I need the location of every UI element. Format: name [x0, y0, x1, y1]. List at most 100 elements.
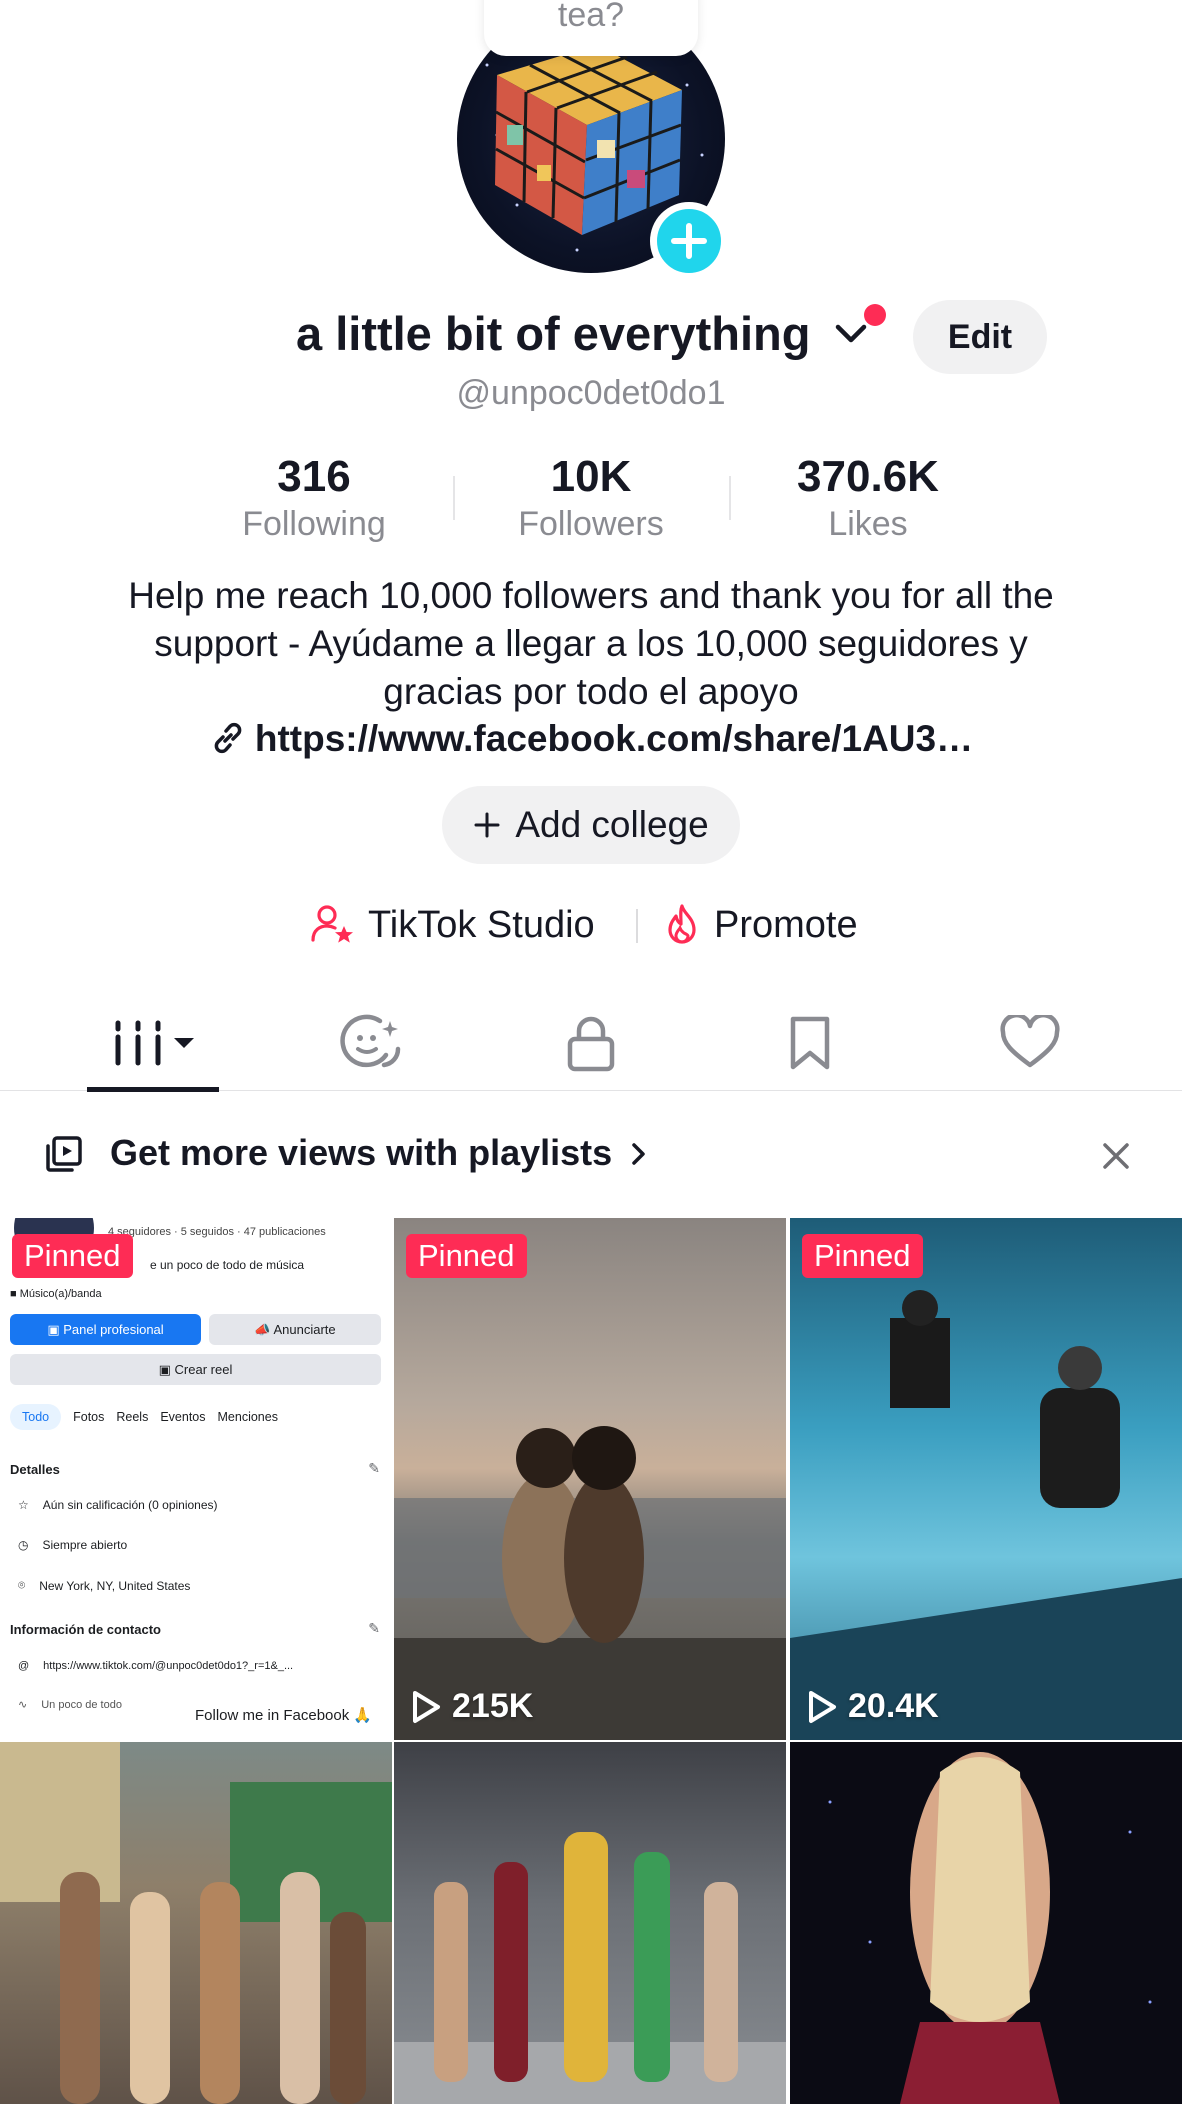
playlist-icon	[46, 1136, 82, 1172]
tab-liked[interactable]	[950, 995, 1110, 1091]
play-icon	[809, 1690, 836, 1723]
play-icon	[413, 1690, 440, 1723]
pinned-badge: Pinned	[406, 1234, 527, 1278]
fb-tab: Fotos	[73, 1410, 105, 1424]
video-thumbnail[interactable]: Pinned 4 seguidores · 5 seguidos · 47 pu…	[0, 1218, 392, 1740]
fb-tab: Todo	[10, 1404, 62, 1430]
heart-icon	[1000, 1015, 1060, 1068]
fb-description: e un poco de todo de música	[150, 1258, 305, 1272]
display-name[interactable]: a little bit of everything	[296, 306, 810, 361]
link-icon	[214, 722, 242, 754]
tiktok-studio-label: TikTok Studio	[368, 903, 595, 946]
stat-label: Followers	[518, 505, 664, 543]
stat-label: Following	[242, 505, 386, 543]
fb-details-title: Detalles	[10, 1462, 60, 1477]
view-count: 20.4K	[806, 1687, 939, 1726]
videos-grid-icon	[115, 1020, 194, 1066]
video-grid: Pinned 4 seguidores · 5 seguidos · 47 pu…	[0, 1218, 1182, 2104]
view-count-text: 215K	[452, 1687, 534, 1725]
stat-value: 370.6K	[797, 452, 939, 501]
divider	[729, 476, 731, 520]
thumbnail-image	[394, 1426, 786, 1740]
stat-label: Likes	[828, 505, 908, 543]
add-college-label: Add college	[515, 804, 709, 845]
video-thumbnail[interactable]	[0, 1742, 392, 2104]
chevron-down-icon	[174, 1038, 194, 1048]
tab-videos[interactable]	[74, 995, 234, 1092]
bio-link[interactable]: https://www.facebook.com/share/1AU3…	[0, 718, 1182, 760]
pencil-icon: ✎	[368, 1620, 380, 1636]
fb-tab: Menciones	[217, 1410, 278, 1424]
close-icon[interactable]	[1100, 1140, 1132, 1172]
wave-icon: ∿	[18, 1699, 28, 1711]
bio-link-text: https://www.facebook.com/share/1AU3…	[254, 718, 974, 759]
video-thumbnail[interactable]: Pinned 20.4K	[790, 1218, 1182, 1740]
fb-ad-label: Anunciarte	[273, 1322, 336, 1337]
fb-detail-row: ⌾ New York, NY, United States	[18, 1578, 190, 1593]
star-icon: ☆	[18, 1498, 29, 1512]
fb-contact-title: Información de contacto	[10, 1622, 161, 1637]
edit-profile-button[interactable]: Edit	[913, 300, 1047, 374]
fb-reel-label: Crear reel	[174, 1362, 233, 1377]
bio-text: Help me reach 10,000 followers and thank…	[128, 575, 1054, 712]
video-thumbnail[interactable]	[394, 1742, 786, 2104]
clock-icon: ◷	[18, 1538, 29, 1552]
creator-tools-row: TikTok Studio Promote	[0, 895, 1182, 955]
view-count: 215K	[410, 1687, 533, 1726]
fb-contact-text: https://www.tiktok.com/@unpoc0det0do1?_r…	[43, 1660, 294, 1672]
tab-private[interactable]	[511, 995, 671, 1091]
fb-panel-button: ▣ Panel profesional	[10, 1314, 201, 1345]
video-thumbnail[interactable]	[790, 1742, 1182, 2104]
promote-link[interactable]: Promote	[662, 895, 858, 955]
note-bubble-text: tea?	[557, 0, 625, 34]
thumbnail-image	[0, 1742, 392, 2104]
fb-tab: Reels	[116, 1410, 149, 1424]
add-college-button[interactable]: Add college	[442, 786, 740, 864]
promo-text: Get more views with playlists	[110, 1132, 650, 1174]
note-bubble[interactable]: tea?	[484, 0, 698, 56]
fb-detail-text: Siempre abierto	[42, 1538, 128, 1552]
overlay-caption: Follow me in Facebook 🙏	[195, 1707, 373, 1724]
fb-detail-text: Aún sin calificación (0 opiniones)	[42, 1498, 218, 1512]
video-thumbnail[interactable]: Pinned 215K	[394, 1218, 786, 1740]
pencil-icon: ✎	[368, 1460, 380, 1476]
divider	[636, 909, 638, 943]
tab-reposts[interactable]	[292, 995, 452, 1091]
stat-following[interactable]: 316 Following	[194, 452, 434, 546]
stat-value: 316	[277, 452, 351, 501]
thumbnail-image	[828, 1752, 1152, 2104]
stat-likes[interactable]: 370.6K Likes	[748, 452, 988, 546]
chevron-down-icon[interactable]	[834, 322, 868, 346]
playlist-promo-banner[interactable]: Get more views with playlists	[0, 1112, 1182, 1198]
lock-icon	[567, 1016, 615, 1072]
thumbnail-image	[790, 1290, 1182, 1740]
pinned-badge: Pinned	[802, 1234, 923, 1278]
add-photo-button[interactable]	[650, 202, 728, 280]
tab-favorites[interactable]	[730, 995, 890, 1091]
profile-stats: 316 Following 10K Followers 370.6K Likes	[0, 452, 1182, 548]
notification-dot	[864, 304, 886, 326]
fb-tabs: Todo Fotos Reels Eventos Menciones	[10, 1404, 278, 1430]
stat-followers[interactable]: 10K Followers	[471, 452, 711, 546]
fb-panel-label: Panel profesional	[63, 1322, 164, 1337]
thumbnail-image	[394, 1832, 786, 2104]
location-pin-icon: ⌾	[18, 1578, 26, 1592]
fb-contact-text: Un poco de todo	[41, 1698, 122, 1711]
promo-label: Get more views with playlists	[110, 1132, 613, 1173]
plus-icon	[474, 812, 500, 838]
pinned-badge: Pinned	[12, 1234, 133, 1278]
fb-contact-row: @ https://www.tiktok.com/@unpoc0det0do1?_…	[18, 1660, 293, 1672]
tiktok-studio-link[interactable]: TikTok Studio	[310, 895, 595, 955]
person-star-icon	[311, 905, 353, 943]
chevron-right-icon	[632, 1143, 645, 1165]
fb-detail-row: ☆ Aún sin calificación (0 opiniones)	[18, 1498, 218, 1512]
username: @unpoc0det0do1	[456, 374, 726, 412]
name-row: a little bit of everything Edit	[0, 300, 1182, 380]
fb-tab: Eventos	[160, 1410, 206, 1424]
reposts-icon	[340, 1014, 401, 1068]
fb-category-text: Músico(a)/banda	[19, 1288, 102, 1300]
view-count-text: 20.4K	[848, 1687, 939, 1725]
stat-value: 10K	[550, 452, 632, 501]
fb-ad-button: 📣 Anunciarte	[209, 1314, 381, 1345]
flame-icon	[668, 904, 696, 944]
